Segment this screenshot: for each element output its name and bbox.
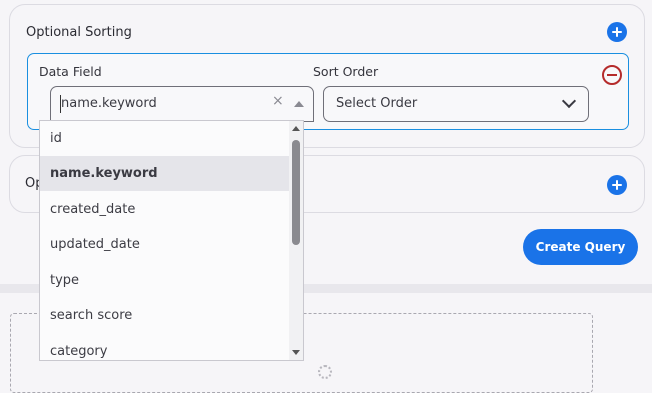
optional-sorting-title: Optional Sorting — [26, 25, 132, 40]
dropdown-option-category[interactable]: category — [40, 334, 289, 360]
remove-sort-icon[interactable] — [602, 65, 622, 85]
data-field-label: Data Field — [39, 64, 102, 79]
add-icon[interactable] — [607, 175, 627, 195]
clear-icon[interactable]: × — [272, 93, 284, 109]
dropdown-option-search-score[interactable]: search score — [40, 298, 289, 333]
scroll-up-icon[interactable] — [292, 126, 300, 131]
scroll-thumb[interactable] — [292, 140, 300, 245]
create-query-button[interactable]: Create Query — [523, 229, 638, 265]
dropdown-option-type[interactable]: type — [40, 263, 289, 298]
loading-icon — [318, 365, 332, 379]
add-sort-icon[interactable] — [607, 22, 627, 42]
dropdown-option-created-date[interactable]: created_date — [40, 192, 289, 227]
sort-row: Data Field Sort Order name.keyword × Sel… — [27, 53, 629, 130]
sort-order-placeholder: Select Order — [336, 96, 418, 111]
dropdown-option-updated-date[interactable]: updated_date — [40, 227, 289, 262]
dropdown-scrollbar[interactable] — [289, 121, 303, 360]
sort-order-select[interactable]: Select Order — [323, 86, 589, 122]
dropdown-option-name-keyword[interactable]: name.keyword — [40, 156, 289, 191]
chevron-down-icon — [561, 93, 577, 109]
data-field-dropdown: id name.keyword created_date updated_dat… — [39, 120, 304, 361]
sort-order-label: Sort Order — [313, 64, 379, 79]
scroll-down-icon[interactable] — [292, 350, 300, 355]
dropdown-option-id[interactable]: id — [40, 121, 289, 156]
data-field-select[interactable]: name.keyword × — [50, 86, 314, 122]
triangle-up-icon[interactable] — [294, 101, 304, 107]
data-field-value: name.keyword — [61, 96, 157, 111]
